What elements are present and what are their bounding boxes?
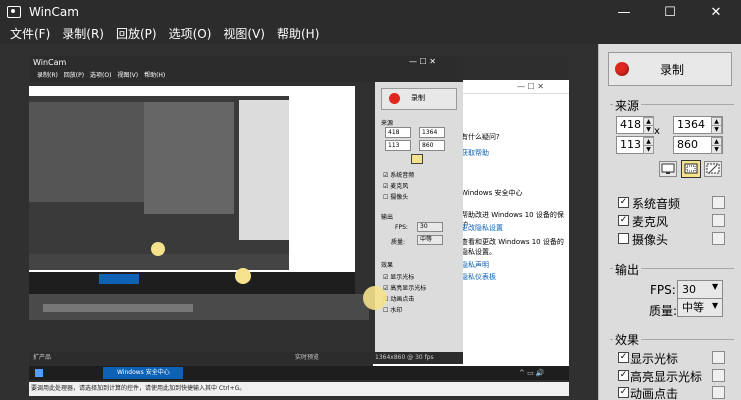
preview-doc-line: 隐私设置。 [461,248,496,256]
preview-doc-line: 查看和更改 Windows 10 设备的 [461,238,564,246]
highlight-cursor-checkbox[interactable]: ✓ [618,370,629,381]
webcam-checkbox[interactable] [618,233,629,244]
window-title: WinCam [29,5,79,19]
fullscreen-icon[interactable] [659,161,677,177]
region-icon[interactable] [681,160,701,178]
preview-doc-line: Windows 安全中心 [461,189,523,197]
close-button[interactable]: ✕ [693,0,739,24]
highlight-cursor-settings-button[interactable] [712,369,725,382]
animate-click-settings-button[interactable] [712,386,725,399]
preview-taskbar: Windows 安全中心 ^ ▭ 🔊 [29,366,569,380]
window-select-icon[interactable] [704,161,722,177]
menu-playback[interactable]: 回放(P) [110,24,163,44]
height-spin-down[interactable]: ▼ [711,145,722,154]
preview-bottom-text: 要调用此处理器，请选择加到计算的控件，请使用此加到快捷输入其中 Ctrl+G。 [29,382,569,396]
wincam-app-icon [7,6,21,18]
capture-preview: — ☐ ✕ 有什么疑问? 获取帮助 Windows 安全中心 帮助改进 Wind… [29,56,569,396]
animate-click-label: 动画点击 [630,387,679,400]
preview-doc-line: 隐私声明 [461,261,489,269]
animate-click-checkbox[interactable]: ✓ [618,387,629,398]
output-group-title: 输出 [613,261,642,278]
menu-record[interactable]: 录制(R) [56,24,110,44]
menu-options[interactable]: 选项(O) [163,24,218,44]
preview-inner-wincam: WinCam — ☐ ✕ 录制(R) 回放(P) 选项(O) 视图(V) 帮助(… [29,56,463,364]
preview-doc-line: 有什么疑问? [461,133,500,141]
y-spin-down[interactable]: ▼ [643,145,654,154]
menu-file[interactable]: 文件(F) [4,24,56,44]
show-cursor-checkbox[interactable]: ✓ [618,352,629,363]
quality-label: 质量: [649,304,678,318]
menu-bar: 文件(F) 录制(R) 回放(P) 选项(O) 视图(V) 帮助(H) [0,24,741,44]
menu-help[interactable]: 帮助(H) [271,24,325,44]
cursor-highlight [363,286,387,310]
source-group-title: 来源 [613,97,642,114]
fps-dropdown-icon: ▼ [712,282,719,291]
preview-taskbar-app: Windows 安全中心 [103,367,183,379]
preview-inner-title: WinCam [29,56,463,70]
effects-group-title: 效果 [613,331,642,348]
size-separator: x [654,126,660,137]
preview-status-mid: 实时预览 [295,354,320,361]
webcam-settings-button[interactable] [712,232,725,245]
menu-view[interactable]: 视图(V) [217,24,271,44]
x-spin-down[interactable]: ▼ [643,125,654,134]
microphone-checkbox[interactable]: ✓ [618,215,629,226]
system-audio-label: 系统音频 [632,197,681,211]
preview-status-left: 扩产品 [33,354,52,361]
preview-status-res: 1364x860 @ 30 fps [375,354,434,361]
width-spin-down[interactable]: ▼ [711,125,722,134]
minimize-button[interactable]: — [601,0,647,24]
system-audio-checkbox[interactable]: ✓ [618,197,629,208]
record-label: 录制 [660,63,685,77]
maximize-button[interactable]: ☐ [647,0,693,24]
preview-doc-line: 更改隐私设置 [461,224,503,232]
microphone-settings-button[interactable] [712,214,725,227]
highlight-cursor-label: 高亮显示光标 [630,370,703,384]
webcam-label: 摄像头 [632,233,669,247]
show-cursor-label: 显示光标 [630,352,679,366]
show-cursor-settings-button[interactable] [712,351,725,364]
fps-label: FPS: [650,283,676,297]
quality-dropdown-icon: ▼ [712,301,719,310]
preview-doc-line: 获取帮助 [461,149,489,157]
preview-doc-line: 隐私仪表板 [461,273,496,281]
record-icon [615,62,629,76]
system-audio-settings-button[interactable] [712,196,725,209]
microphone-label: 麦克风 [632,215,669,229]
